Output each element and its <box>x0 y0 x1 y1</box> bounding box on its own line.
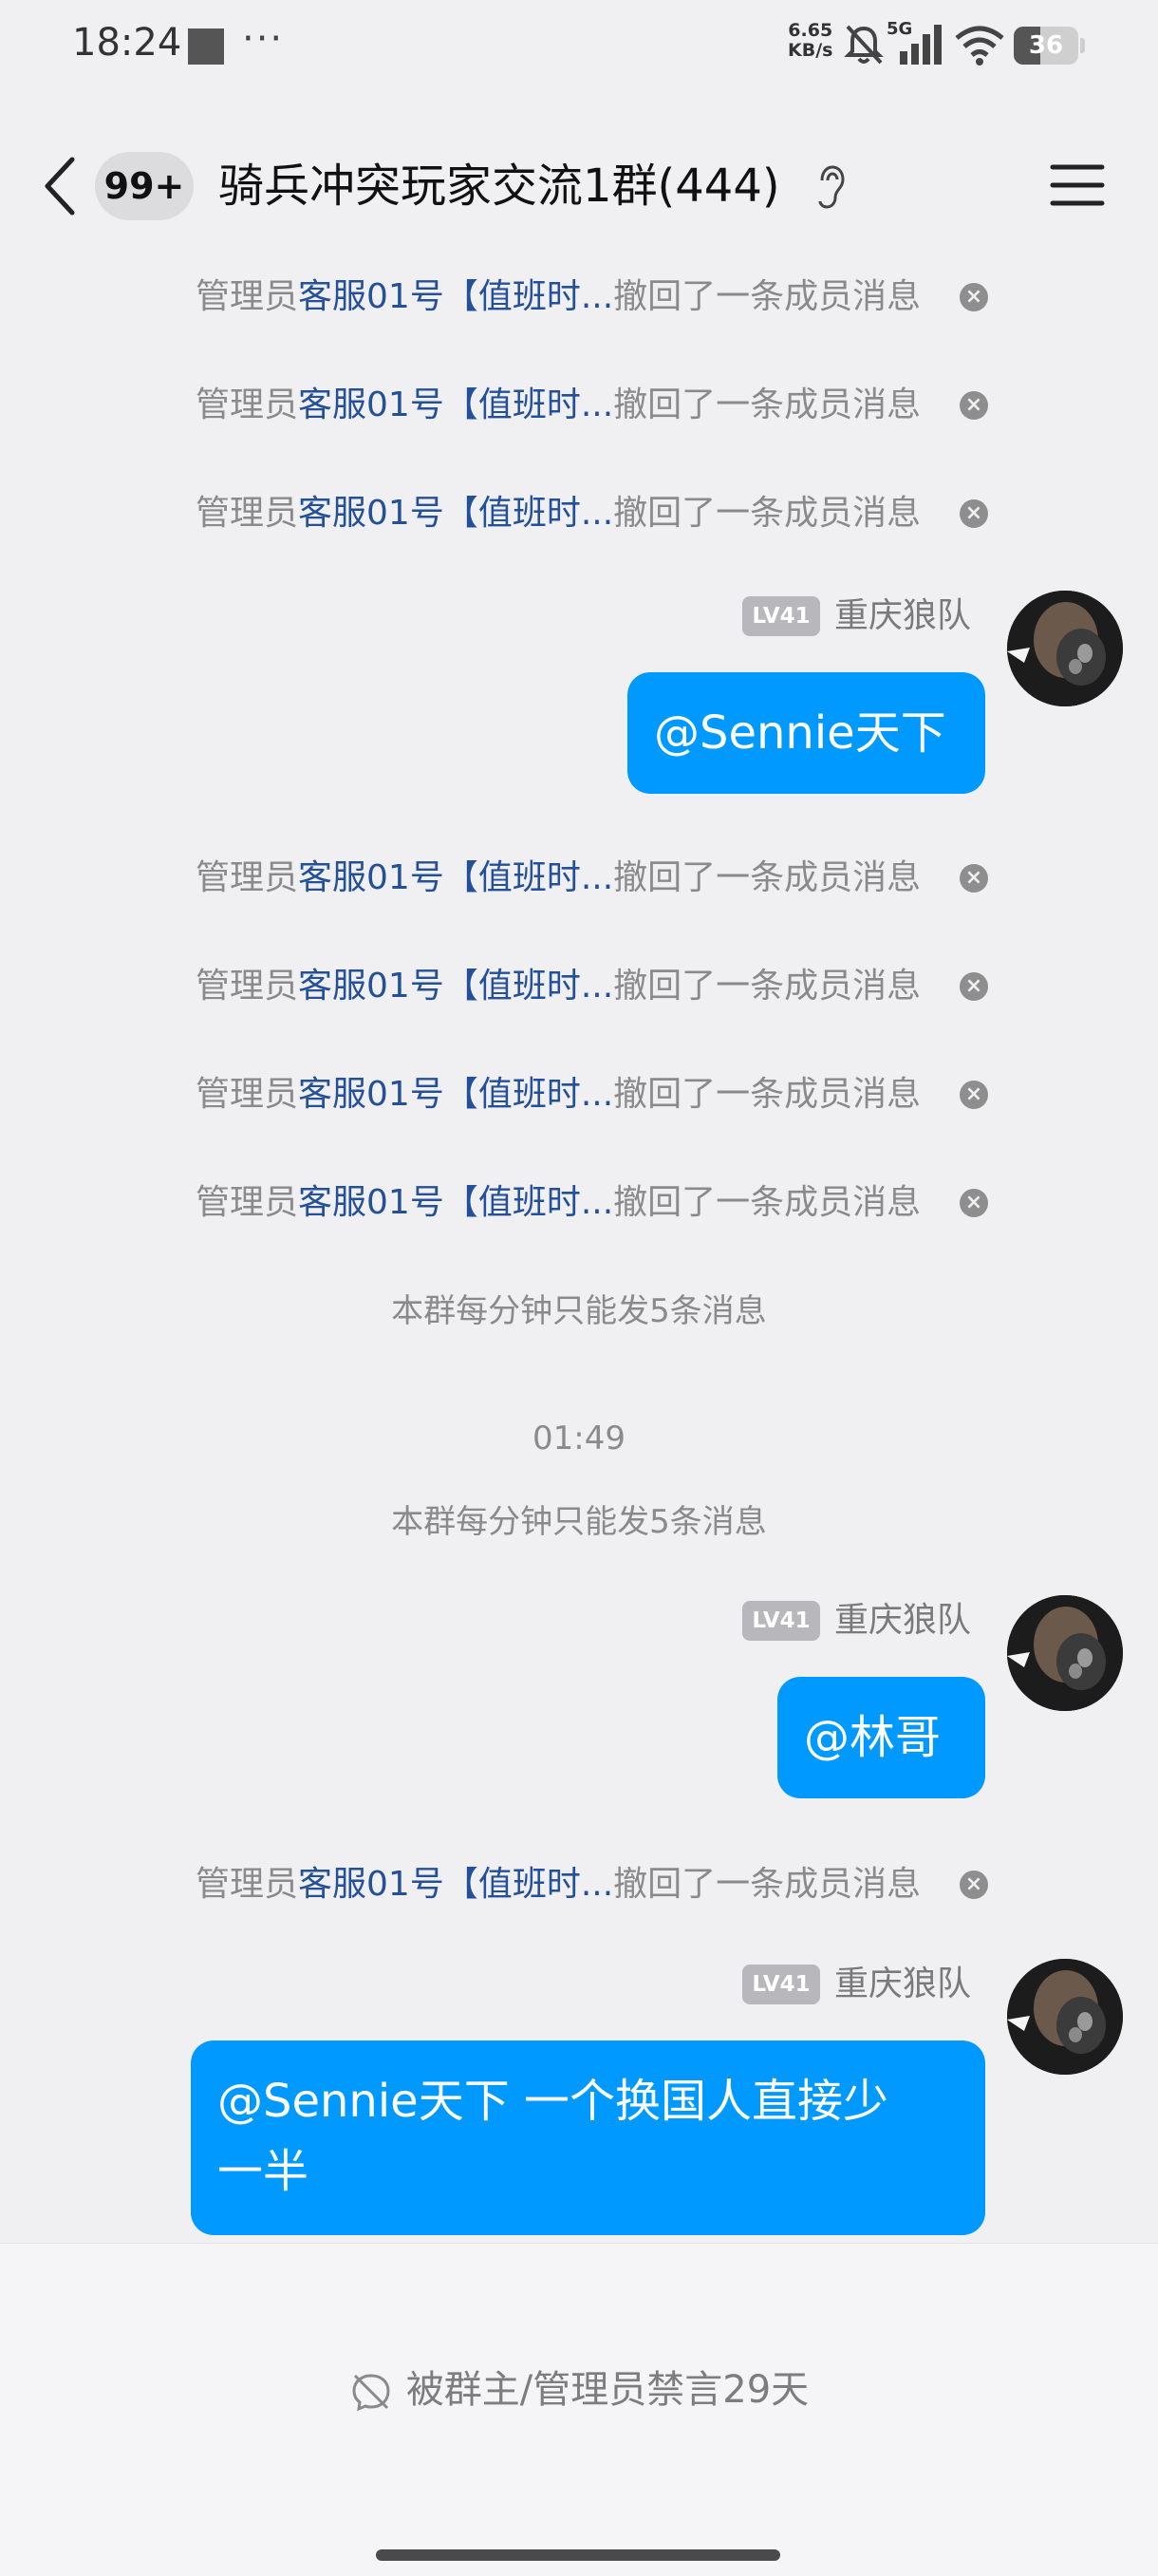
ear-icon[interactable] <box>814 163 849 211</box>
recall-notice: 管理员客服01号【值班时...撤回了一条成员消息 <box>196 494 922 533</box>
status-time: 18:24 <box>72 21 182 65</box>
level-badge: LV41 <box>742 1965 820 2004</box>
avatar[interactable] <box>1007 1959 1123 2075</box>
network-speed-value: 6.65 <box>788 20 833 41</box>
chat-header: 99+ 骑兵冲突玩家交流1群(444) <box>0 133 1158 242</box>
close-icon[interactable]: × <box>960 1081 988 1109</box>
muted-notice: 被群主/管理员禁言29天 <box>0 2361 1158 2418</box>
admin-name-link[interactable]: 客服01号【值班时... <box>298 1075 613 1114</box>
mute-icon <box>352 2374 390 2412</box>
admin-name-link[interactable]: 客服01号【值班时... <box>298 385 613 424</box>
recall-notice: 管理员客服01号【值班时...撤回了一条成员消息 <box>196 967 922 1006</box>
rate-limit-notice: 本群每分钟只能发5条消息 <box>391 1292 767 1330</box>
chat-title[interactable]: 骑兵冲突玩家交流1群(444) <box>218 152 780 220</box>
recall-notice: 管理员客服01号【值班时...撤回了一条成员消息 <box>196 277 922 316</box>
close-icon[interactable]: × <box>960 1189 988 1217</box>
message-bubble[interactable]: @Sennie天下 <box>627 672 985 794</box>
network-speed: 6.65 KB/s <box>788 21 832 61</box>
level-badge: LV41 <box>742 1601 820 1641</box>
recall-notice: 管理员客服01号【值班时...撤回了一条成员消息 <box>196 385 922 424</box>
input-area: 被群主/管理员禁言29天 <box>0 2243 1158 2576</box>
message-bubble[interactable]: @Sennie天下 一个换国人直接少 一半 <box>191 2040 985 2235</box>
level-badge: LV41 <box>742 596 820 636</box>
sender-name[interactable]: 重庆狼队 <box>834 1597 971 1645</box>
message-bubble[interactable]: @林哥 <box>777 1677 985 1798</box>
recall-notice: 管理员客服01号【值班时...撤回了一条成员消息 <box>196 1865 922 1904</box>
bell-off-icon <box>844 25 884 65</box>
sender-name[interactable]: 重庆狼队 <box>834 1961 971 2008</box>
rate-limit-notice: 本群每分钟只能发5条消息 <box>391 1503 767 1541</box>
close-icon[interactable]: × <box>960 864 988 893</box>
avatar[interactable] <box>1007 591 1123 706</box>
battery-indicator: 36 <box>1014 27 1078 65</box>
menu-icon[interactable] <box>1049 161 1106 209</box>
back-arrow-icon[interactable] <box>38 154 84 218</box>
unread-count-badge[interactable]: 99+ <box>95 152 194 220</box>
avatar[interactable] <box>1007 1595 1123 1711</box>
close-icon[interactable]: × <box>960 1871 988 1899</box>
admin-name-link[interactable]: 客服01号【值班时... <box>298 967 613 1006</box>
admin-name-link[interactable]: 客服01号【值班时... <box>298 494 613 533</box>
recall-notice: 管理员客服01号【值班时...撤回了一条成员消息 <box>196 858 922 897</box>
sender-name[interactable]: 重庆狼队 <box>834 592 971 640</box>
network-speed-unit: KB/s <box>788 40 833 61</box>
admin-name-link[interactable]: 客服01号【值班时... <box>298 277 613 316</box>
recall-notice: 管理员客服01号【值班时...撤回了一条成员消息 <box>196 1075 922 1114</box>
status-bar: 18:24 ··· 6.65 KB/s 5G 36 <box>0 0 1158 95</box>
recall-notice: 管理员客服01号【值班时...撤回了一条成员消息 <box>196 1183 922 1222</box>
admin-name-link[interactable]: 客服01号【值班时... <box>298 858 613 897</box>
close-icon[interactable]: × <box>960 283 988 311</box>
signal-icon <box>900 25 942 65</box>
more-notifications-icon: ··· <box>242 17 285 61</box>
admin-name-link[interactable]: 客服01号【值班时... <box>298 1183 613 1222</box>
message-timestamp: 01:49 <box>532 1420 626 1457</box>
battery-level: 36 <box>1028 31 1064 60</box>
close-icon[interactable]: × <box>960 972 988 1001</box>
close-icon[interactable]: × <box>960 391 988 420</box>
home-indicator[interactable] <box>376 2549 780 2561</box>
admin-name-link[interactable]: 客服01号【值班时... <box>298 1865 613 1904</box>
notification-square-icon <box>188 28 224 65</box>
wifi-icon <box>955 26 1004 66</box>
close-icon[interactable]: × <box>960 499 988 528</box>
